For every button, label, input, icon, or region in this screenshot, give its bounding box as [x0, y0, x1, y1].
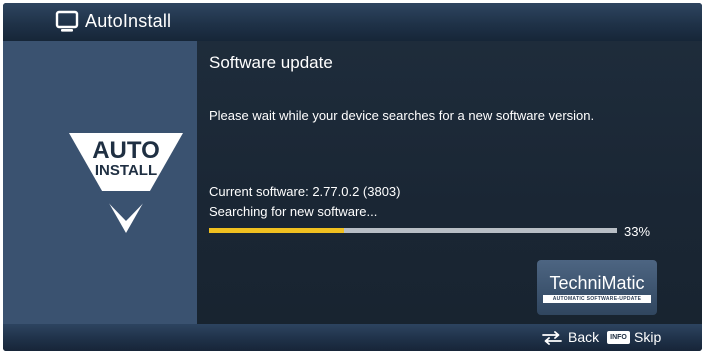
skip-button[interactable]: Skip	[634, 329, 661, 346]
progress-bar	[209, 228, 617, 233]
tv-icon	[55, 10, 79, 32]
progress-percent: 33%	[624, 224, 651, 239]
header-title: AutoInstall	[85, 11, 172, 31]
technimatic-logo: TechniMatic AUTOMATIC SOFTWARE-UPDATE	[537, 260, 657, 315]
info-key-icon[interactable]: INFO	[607, 331, 630, 344]
progress-fill	[209, 228, 344, 233]
back-button[interactable]: Back	[568, 329, 599, 346]
search-status-text: Searching for new software...	[209, 204, 378, 219]
auto-install-logo: AUTO INSTALL	[69, 133, 183, 233]
current-software-text: Current software: 2.77.0.2 (3803)	[209, 184, 401, 199]
page-title: Software update	[209, 53, 333, 72]
logo-line-1: AUTO	[92, 137, 160, 164]
brand-name: TechniMatic	[549, 273, 645, 293]
logo-line-2: INSTALL	[95, 162, 157, 179]
screen: AutoInstall AUTO INSTALL Software update…	[3, 3, 702, 351]
main-panel: Software update Please wait while your d…	[197, 41, 702, 324]
brand-tagline: AUTOMATIC SOFTWARE-UPDATE	[543, 295, 651, 303]
footer-bar: Back INFO Skip	[3, 324, 702, 351]
header-bar: AutoInstall	[3, 3, 702, 41]
info-message: Please wait while your device searches f…	[209, 108, 595, 123]
back-arrows-icon[interactable]	[541, 331, 563, 345]
side-panel: AUTO INSTALL	[3, 41, 197, 324]
